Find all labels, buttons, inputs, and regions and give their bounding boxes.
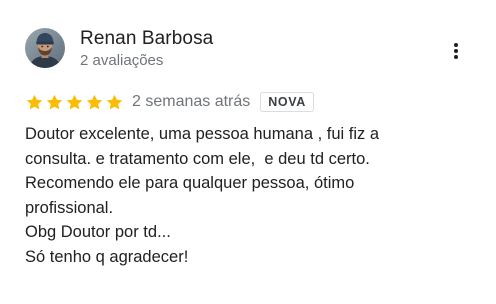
review-card: Renan Barbosa 2 avaliações 2 semanas atr… [0, 0, 496, 304]
author-name[interactable]: Renan Barbosa [80, 28, 213, 50]
more-vert-icon [454, 43, 458, 59]
new-badge: NOVA [260, 92, 314, 112]
star-icon [46, 94, 63, 109]
star-icon [86, 94, 103, 109]
star-icon [66, 94, 83, 109]
review-text-line: consulta. e tratamento com ele, e deu td… [25, 149, 370, 168]
star-icon [106, 94, 123, 109]
author-info: Renan Barbosa 2 avaliações [80, 28, 213, 71]
review-date: 2 semanas atrás [132, 93, 251, 110]
review-text-line: Obg Doutor por td... [25, 223, 171, 241]
review-text-line: profissional. [25, 198, 114, 217]
star-icon [26, 94, 43, 109]
review-text-line: Recomendo ele para qualquer pessoa, ótim… [25, 174, 355, 192]
author-review-count: 2 avaliações [80, 52, 164, 69]
review-text: Doutor excelente, uma pessoa humana , fu… [25, 122, 475, 269]
review-text-line: Doutor excelente, uma pessoa humana , fu… [25, 125, 380, 143]
star-rating [25, 93, 125, 112]
more-options-button[interactable] [446, 38, 466, 64]
rating-row: 2 semanas atrás NOVA [25, 90, 314, 114]
review-text-line: Só tenho q agradecer! [25, 247, 189, 266]
avatar[interactable] [25, 28, 65, 68]
